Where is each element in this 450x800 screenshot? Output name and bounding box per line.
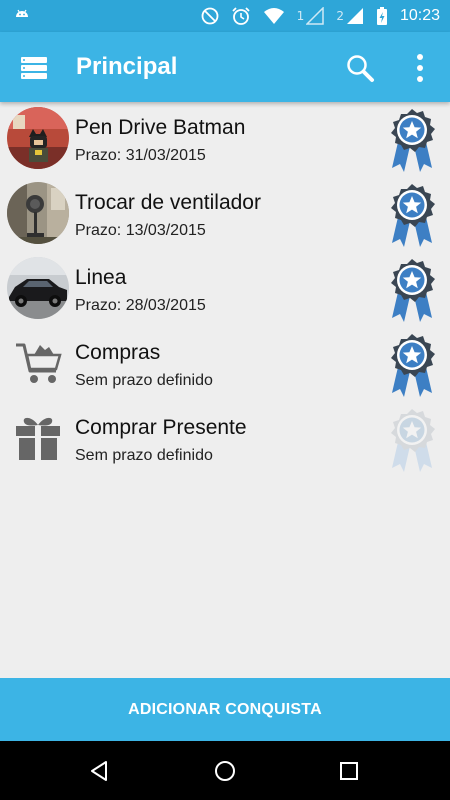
medal-badge-icon[interactable] — [386, 333, 438, 399]
gift-icon — [7, 407, 69, 469]
item-photo — [7, 257, 69, 319]
medal-badge-icon[interactable] — [386, 183, 438, 249]
signal-icon — [306, 7, 325, 25]
system-nav-bar — [0, 741, 450, 800]
list-item[interactable]: Comprar Presente Sem prazo definido — [0, 402, 450, 477]
battery-charging-icon — [376, 6, 388, 26]
item-deadline: Prazo: 28/03/2015 — [75, 297, 206, 314]
item-deadline: Prazo: 31/03/2015 — [75, 147, 206, 164]
medal-badge-icon[interactable] — [386, 108, 438, 174]
list-item[interactable]: Pen Drive Batman Prazo: 31/03/2015 — [0, 102, 450, 177]
medal-badge-icon[interactable] — [386, 258, 438, 324]
medal-badge-icon-inactive[interactable] — [386, 408, 438, 474]
sim-2-label: 2 — [336, 9, 344, 23]
item-title: Pen Drive Batman — [75, 116, 246, 139]
list-item[interactable]: Trocar de ventilador Prazo: 13/03/2015 — [0, 177, 450, 252]
drawer-menu-button[interactable] — [14, 48, 54, 88]
drawer-menu-icon — [21, 57, 47, 79]
cart-icon — [7, 332, 69, 394]
back-icon — [91, 761, 107, 781]
page-title: Principal — [76, 53, 178, 80]
recents-button[interactable] — [329, 751, 369, 791]
item-title: Comprar Presente — [75, 416, 247, 439]
overflow-menu-button[interactable] — [400, 48, 440, 88]
app-bar: Principal — [0, 32, 450, 102]
list-item[interactable]: Linea Prazo: 28/03/2015 — [0, 252, 450, 327]
android-debug-icon — [12, 6, 32, 26]
achievement-list: Pen Drive Batman Prazo: 31/03/2015 Troca… — [0, 102, 450, 477]
alarm-icon — [231, 6, 251, 26]
item-deadline: Sem prazo definido — [75, 447, 213, 464]
item-photo — [7, 107, 69, 169]
item-photo — [7, 182, 69, 244]
item-title: Linea — [75, 266, 127, 289]
back-button[interactable] — [79, 751, 119, 791]
search-button[interactable] — [340, 48, 380, 88]
home-icon — [215, 761, 235, 781]
item-title: Trocar de ventilador — [75, 191, 261, 214]
more-vert-icon — [417, 54, 423, 82]
recents-icon — [340, 762, 358, 780]
status-clock: 10:23 — [399, 7, 440, 24]
signal-icon — [346, 7, 364, 25]
item-title: Compras — [75, 341, 161, 364]
status-bar: 1 2 10:23 — [0, 0, 450, 32]
item-deadline: Prazo: 13/03/2015 — [75, 222, 206, 239]
item-deadline: Sem prazo definido — [75, 372, 213, 389]
list-item[interactable]: Compras Sem prazo definido — [0, 327, 450, 402]
wifi-icon — [263, 7, 285, 25]
sim-1-label: 1 — [296, 9, 305, 23]
add-achievement-button[interactable]: ADICIONAR CONQUISTA — [0, 678, 450, 741]
home-button[interactable] — [205, 751, 245, 791]
do-not-disturb-icon — [201, 7, 219, 25]
search-icon — [347, 55, 374, 82]
